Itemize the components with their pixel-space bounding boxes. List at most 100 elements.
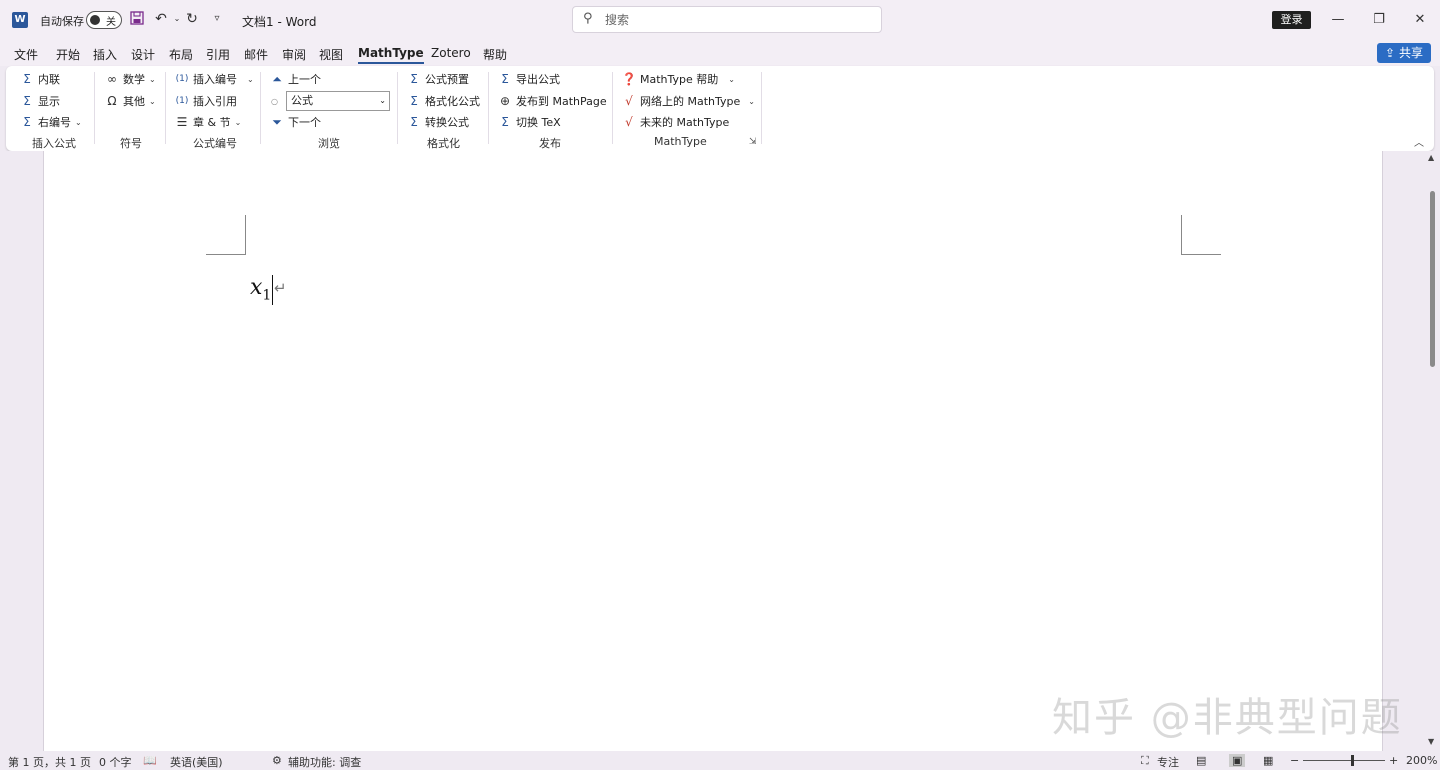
display-button[interactable]: Σ 显示: [19, 91, 60, 111]
tab-layout[interactable]: 布局: [169, 46, 193, 63]
tab-design[interactable]: 设计: [131, 46, 155, 63]
autosave-state: 关: [106, 17, 116, 28]
tab-mailings[interactable]: 邮件: [244, 46, 268, 63]
toggle-tex-button[interactable]: Σ 切换 TeX: [497, 112, 561, 132]
minimize-icon[interactable]: —: [1326, 8, 1350, 32]
tab-help[interactable]: 帮助: [483, 46, 507, 63]
customize-quick-access-icon[interactable]: ▿: [208, 10, 226, 28]
equation-object[interactable]: x1: [250, 275, 271, 303]
search-icon: ⚲: [583, 11, 593, 26]
help-icon: ❓: [621, 72, 637, 86]
crop-mark-top-left: [206, 215, 246, 255]
status-bar: 第 1 页，共 1 页 0 个字 📖 英语(美国) ⚙ 辅助功能: 调查 ⛶ 专…: [0, 751, 1440, 770]
tab-zotero[interactable]: Zotero: [431, 46, 471, 60]
previous-button[interactable]: ⏶ 上一个: [269, 69, 321, 89]
inline-button[interactable]: Σ 内联: [19, 69, 60, 89]
word-count[interactable]: 0 个字: [99, 754, 132, 770]
ribbon-tabs: 文件 开始 插入 设计 布局 引用 邮件 审阅 视图 MathType Zote…: [0, 40, 1440, 66]
insert-reference-label: 插入引用: [193, 95, 237, 108]
presets-button[interactable]: Σ 公式预置: [406, 69, 469, 89]
zoom-in-icon[interactable]: +: [1389, 754, 1398, 767]
focus-mode-button[interactable]: 专注: [1157, 754, 1179, 770]
share-icon: ⇪: [1385, 46, 1396, 60]
export-label: 导出公式: [516, 73, 560, 86]
autosave-toggle[interactable]: 关: [86, 11, 122, 29]
web-layout-icon[interactable]: ▦: [1263, 754, 1273, 767]
document-page[interactable]: x1 ↵: [43, 151, 1383, 751]
arrow-down-icon: ⏷: [272, 114, 282, 129]
autosave-label: 自动保存: [40, 15, 84, 28]
format-equations-button[interactable]: Σ 格式化公式: [406, 91, 480, 111]
zoom-slider-thumb[interactable]: [1351, 755, 1354, 766]
page-count[interactable]: 第 1 页，共 1 页: [8, 754, 91, 770]
group-label-insert-equation: 插入公式: [32, 137, 76, 150]
print-layout-icon[interactable]: ▣: [1229, 754, 1246, 767]
tab-view[interactable]: 视图: [319, 46, 343, 63]
redo-icon[interactable]: ↻: [183, 10, 201, 28]
math-symbols-button[interactable]: ∞ 数学 ⌄: [104, 69, 156, 89]
export-equations-button[interactable]: Σ 导出公式: [497, 69, 560, 89]
browse-style-select[interactable]: 公式 ⌄: [286, 91, 390, 111]
equation-reference-icon: (1): [175, 96, 189, 106]
save-icon[interactable]: [128, 10, 146, 28]
presets-label: 公式预置: [425, 73, 469, 86]
sigma-numbered-icon: Σ: [23, 115, 31, 129]
focus-icon: ⛶: [1141, 754, 1149, 767]
next-button[interactable]: ⏷ 下一个: [269, 112, 321, 132]
dialog-launcher-icon[interactable]: ⇲: [749, 137, 757, 147]
group-equation-numbers: (1) 插入编号 ⌄ (1) 插入引用 ☰ 章 & 节 ⌄ 公式编号: [166, 66, 260, 151]
watermark-text: 知乎 @非典型问题: [1052, 695, 1403, 741]
chapter-section-label: 章 & 节: [193, 116, 231, 129]
insert-reference-button[interactable]: (1) 插入引用: [174, 91, 237, 111]
right-numbered-label: 右编号: [38, 116, 71, 129]
close-icon[interactable]: ✕: [1408, 8, 1432, 32]
sigma-icon: Σ: [23, 72, 31, 86]
restore-icon[interactable]: ❐: [1367, 8, 1391, 32]
scroll-up-icon[interactable]: ▲: [1428, 153, 1434, 162]
other-symbols-button[interactable]: Ω 其他 ⌄: [104, 91, 156, 111]
read-mode-icon[interactable]: ▤: [1196, 754, 1206, 767]
zoom-out-icon[interactable]: −: [1290, 754, 1299, 767]
collapse-ribbon-icon[interactable]: ︿: [1414, 134, 1424, 149]
scroll-thumb[interactable]: [1430, 191, 1435, 367]
login-button[interactable]: 登录: [1272, 11, 1311, 29]
mathtype-help-button[interactable]: ❓ MathType 帮助 ⌄: [621, 69, 735, 89]
chapter-section-button[interactable]: ☰ 章 & 节 ⌄: [174, 112, 242, 132]
share-label: 共享: [1398, 46, 1423, 60]
toggle-tex-label: 切换 TeX: [516, 116, 561, 129]
proofing-icon[interactable]: 📖: [143, 754, 157, 767]
share-button[interactable]: ⇪ 共享: [1377, 43, 1431, 63]
toggle-knob: [90, 15, 100, 25]
text-cursor: [272, 275, 273, 305]
search-input[interactable]: [605, 11, 865, 29]
tab-home[interactable]: 开始: [56, 46, 80, 63]
equation-subscript: 1: [262, 287, 272, 304]
vertical-scrollbar[interactable]: ▲ ▼: [1425, 151, 1440, 751]
tab-mathtype[interactable]: MathType: [358, 46, 424, 64]
language-status[interactable]: 英语(美国): [170, 754, 223, 770]
zoom-slider-track[interactable]: [1303, 760, 1385, 761]
tab-review[interactable]: 审阅: [282, 46, 306, 63]
search-box[interactable]: ⚲: [572, 6, 882, 33]
future-mathtype-button[interactable]: √ 未来的 MathType: [621, 112, 729, 132]
right-numbered-button[interactable]: Σ 右编号 ⌄: [19, 112, 82, 132]
chevron-down-icon: ⌄: [149, 74, 156, 84]
chevron-down-icon: ⌄: [149, 96, 156, 106]
group-label-equation-numbers: 公式编号: [193, 137, 237, 150]
insert-number-button[interactable]: (1) 插入编号 ⌄: [174, 69, 254, 89]
group-label-mathtype: MathType: [654, 135, 707, 148]
publish-mathpage-button[interactable]: ⊕ 发布到 MathPage: [497, 91, 607, 111]
title-bar: W 自动保存 关 ↶ ⌄ ↻ ▿ 文档1 - Word ⚲ 登录 — ❐ ✕: [0, 0, 1440, 40]
scroll-down-icon[interactable]: ▼: [1428, 737, 1434, 746]
accessibility-status[interactable]: 辅助功能: 调查: [288, 754, 361, 770]
document-title: 文档1 - Word: [242, 15, 317, 29]
tab-file[interactable]: 文件: [14, 46, 38, 63]
sigma-icon: Σ: [23, 94, 31, 108]
tab-references[interactable]: 引用: [206, 46, 230, 63]
convert-equations-button[interactable]: Σ 转换公式: [406, 112, 469, 132]
format-equations-label: 格式化公式: [425, 95, 480, 108]
future-mathtype-label: 未来的 MathType: [640, 116, 730, 129]
zoom-level[interactable]: 200%: [1406, 754, 1437, 767]
tab-insert[interactable]: 插入: [93, 46, 117, 63]
online-mathtype-button[interactable]: √ 网络上的 MathType ⌄: [621, 91, 755, 111]
